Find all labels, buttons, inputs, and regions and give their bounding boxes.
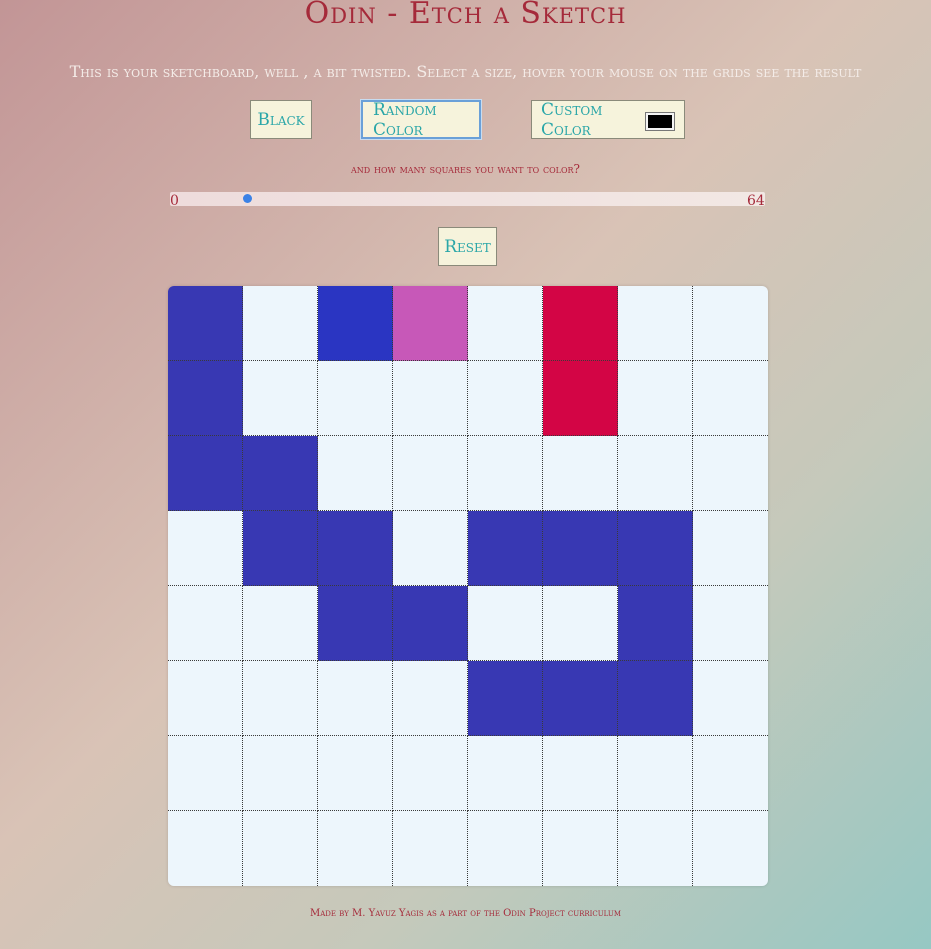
grid-cell[interactable]	[543, 661, 618, 736]
grid-cell[interactable]	[393, 586, 468, 661]
reset-button[interactable]: Reset	[438, 227, 497, 266]
grid-cell[interactable]	[318, 736, 393, 811]
grid-cell[interactable]	[468, 736, 543, 811]
grid-cell[interactable]	[393, 436, 468, 511]
grid-cell[interactable]	[468, 511, 543, 586]
footer-credit: Made by M. Yavuz Yagis as a part of the …	[309, 908, 621, 919]
grid-cell[interactable]	[618, 286, 693, 361]
grid-cell[interactable]	[168, 436, 243, 511]
grid-cell[interactable]	[318, 661, 393, 736]
grid-cell[interactable]	[318, 286, 393, 361]
sketch-grid[interactable]	[168, 286, 768, 886]
slider-thumb[interactable]	[243, 194, 252, 203]
grid-cell[interactable]	[318, 436, 393, 511]
grid-cell[interactable]	[243, 436, 318, 511]
slider-min-label: 0	[170, 193, 179, 209]
grid-cell[interactable]	[468, 286, 543, 361]
grid-cell[interactable]	[468, 361, 543, 436]
grid-cell[interactable]	[393, 361, 468, 436]
grid-cell[interactable]	[618, 811, 693, 886]
grid-cell[interactable]	[168, 361, 243, 436]
grid-cell[interactable]	[693, 586, 768, 661]
grid-cell[interactable]	[168, 586, 243, 661]
size-question: and how many squares you want to color?	[351, 162, 580, 176]
page-subtitle: This is your sketchboard, well , a bit t…	[69, 62, 862, 81]
random-color-button-label: Random Color	[373, 99, 437, 140]
grid-cell[interactable]	[618, 586, 693, 661]
size-slider[interactable]	[170, 192, 765, 206]
grid-cell[interactable]	[618, 511, 693, 586]
grid-cell[interactable]	[243, 361, 318, 436]
grid-cell[interactable]	[468, 436, 543, 511]
grid-cell[interactable]	[618, 736, 693, 811]
grid-cell[interactable]	[318, 361, 393, 436]
grid-cell[interactable]	[393, 811, 468, 886]
custom-color-button-label: Custom Color	[541, 99, 603, 140]
grid-cell[interactable]	[693, 736, 768, 811]
grid-cell[interactable]	[543, 511, 618, 586]
grid-cell[interactable]	[168, 661, 243, 736]
grid-cell[interactable]	[693, 286, 768, 361]
page-title: Odin - Etch a Sketch	[304, 0, 627, 31]
grid-cell[interactable]	[693, 661, 768, 736]
grid-cell[interactable]	[543, 736, 618, 811]
grid-cell[interactable]	[243, 736, 318, 811]
grid-cell[interactable]	[693, 436, 768, 511]
grid-cell[interactable]	[693, 361, 768, 436]
grid-cell[interactable]	[468, 661, 543, 736]
slider-max-label: 64	[747, 193, 765, 209]
grid-cell[interactable]	[318, 586, 393, 661]
grid-cell[interactable]	[243, 586, 318, 661]
grid-cell[interactable]	[393, 661, 468, 736]
grid-cell[interactable]	[543, 286, 618, 361]
custom-color-picker[interactable]	[645, 112, 675, 131]
grid-cell[interactable]	[618, 436, 693, 511]
grid-cell[interactable]	[543, 586, 618, 661]
grid-cell[interactable]	[243, 286, 318, 361]
custom-color-button[interactable]: Custom Color	[531, 99, 685, 140]
grid-cell[interactable]	[543, 811, 618, 886]
grid-cell[interactable]	[318, 811, 393, 886]
black-button[interactable]: Black	[250, 100, 312, 139]
grid-cell[interactable]	[243, 811, 318, 886]
grid-cell[interactable]	[168, 811, 243, 886]
grid-cell[interactable]	[618, 361, 693, 436]
grid-cell[interactable]	[618, 661, 693, 736]
grid-cell[interactable]	[543, 436, 618, 511]
grid-cell[interactable]	[693, 811, 768, 886]
grid-cell[interactable]	[243, 511, 318, 586]
grid-cell[interactable]	[393, 511, 468, 586]
grid-cell[interactable]	[693, 511, 768, 586]
grid-cell[interactable]	[168, 511, 243, 586]
grid-cell[interactable]	[168, 736, 243, 811]
random-color-button[interactable]: Random Color	[361, 99, 481, 140]
grid-cell[interactable]	[543, 361, 618, 436]
grid-cell[interactable]	[393, 286, 468, 361]
grid-cell[interactable]	[318, 511, 393, 586]
grid-cell[interactable]	[168, 286, 243, 361]
grid-cell[interactable]	[243, 661, 318, 736]
black-button-label: Black	[257, 109, 305, 130]
grid-cell[interactable]	[468, 811, 543, 886]
grid-cell[interactable]	[393, 736, 468, 811]
reset-button-label: Reset	[444, 236, 491, 257]
grid-cell[interactable]	[468, 586, 543, 661]
